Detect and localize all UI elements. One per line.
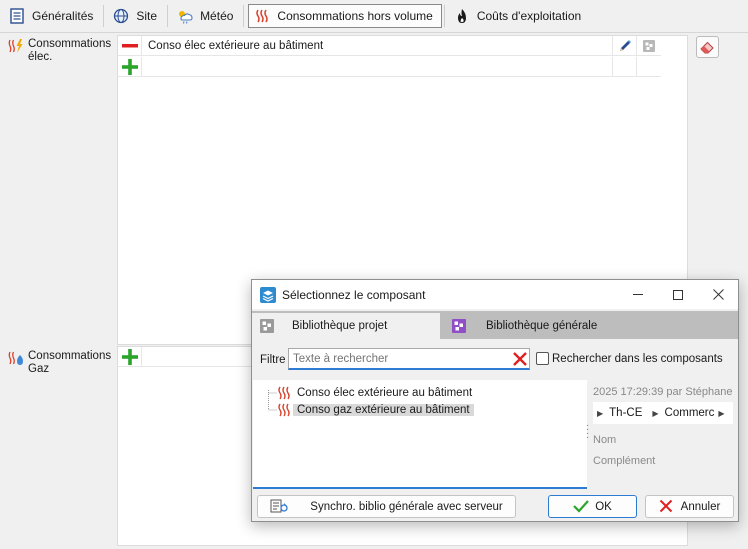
modification-info: 2025 17:29:39 par Stéphane <box>593 386 733 398</box>
section-label-elec: Consommations élec. <box>8 38 112 64</box>
heat-waves-icon <box>253 7 271 25</box>
pencil-icon <box>619 39 631 51</box>
tab-label: Météo <box>200 9 234 23</box>
table-row-new <box>118 56 661 77</box>
checkbox-label: Rechercher dans les composants <box>552 352 723 365</box>
add-row-button[interactable] <box>118 346 142 367</box>
general-library-icon <box>452 319 466 333</box>
module-tabs-toolbar: Généralités Site Météo Consommations hor… <box>0 0 748 33</box>
heat-lightning-icon <box>8 38 24 54</box>
heat-gas-icon <box>8 350 24 366</box>
tab-label: Coûts d'exploitation <box>476 9 582 23</box>
section-label-text: Consommations élec. <box>28 38 112 63</box>
tree-item-label: Conso gaz extérieure au bâtiment <box>293 404 474 416</box>
maximize-button[interactable] <box>658 280 698 309</box>
heat-waves-icon <box>277 403 291 417</box>
tab-couts-exploitation[interactable]: Coûts d'exploitation <box>449 4 589 28</box>
clear-button[interactable] <box>696 36 719 58</box>
close-icon <box>712 289 724 300</box>
section-label-text: Consommations Gaz <box>28 350 112 375</box>
toolbar-separator <box>243 5 245 27</box>
search-in-components-checkbox[interactable] <box>536 352 549 365</box>
tab-generalites[interactable]: Généralités <box>4 4 101 28</box>
library-tabs: Bibliothèque projet Bibliothèque général… <box>252 311 738 339</box>
button-label: Annuler <box>680 500 721 513</box>
globe-icon <box>112 7 130 25</box>
section-label-gaz: Consommations Gaz <box>8 350 112 376</box>
row-name: Conso élec extérieure au bâtiment <box>148 39 324 52</box>
close-button[interactable] <box>698 280 738 309</box>
tree-item-selected[interactable]: Conso gaz extérieure au bâtiment <box>277 402 474 418</box>
dialog-title: Sélectionnez le composant <box>282 287 426 302</box>
tab-label: Généralités <box>32 9 94 23</box>
project-library-icon <box>260 319 274 333</box>
minimize-button[interactable] <box>618 280 658 309</box>
empty-cell <box>612 56 636 77</box>
dialog-title-bar[interactable]: Sélectionnez le composant <box>252 280 738 309</box>
minus-icon <box>121 43 138 47</box>
red-x-icon <box>513 352 527 366</box>
component-tree: Conso élec extérieure au bâtiment Conso … <box>253 380 587 489</box>
plus-icon <box>121 58 138 75</box>
weather-icon <box>176 7 194 25</box>
complement-label: Complément <box>593 455 656 467</box>
clear-filter-button[interactable] <box>512 351 528 367</box>
minimize-icon <box>633 293 643 295</box>
tab-meteo[interactable]: Météo <box>172 4 241 28</box>
document-list-icon <box>8 7 26 25</box>
cancel-button[interactable]: Annuler <box>645 495 734 518</box>
tab-consommations-hors-volume[interactable]: Consommations hors volume <box>248 4 442 28</box>
library-row-button[interactable] <box>636 35 660 56</box>
add-row-button[interactable] <box>118 56 142 77</box>
tab-label: Bibliothèque générale <box>486 320 598 332</box>
tab-label: Site <box>136 9 158 23</box>
button-label: Synchro. biblio générale avec serveur <box>310 500 503 513</box>
sync-library-button[interactable]: Synchro. biblio générale avec serveur <box>257 495 516 518</box>
filter-input[interactable] <box>288 348 530 370</box>
toolbar-separator <box>167 5 169 27</box>
tree-item[interactable]: Conso élec extérieure au bâtiment <box>277 385 472 401</box>
caret-right-icon: ▶ <box>718 408 725 418</box>
panel-splitter[interactable]: · · · · <box>586 421 589 443</box>
ok-button[interactable]: OK <box>548 495 637 518</box>
plus-icon <box>121 348 138 365</box>
maximize-icon <box>673 289 683 300</box>
empty-cell <box>636 56 660 77</box>
eraser-icon <box>700 41 714 53</box>
name-label: Nom <box>593 434 617 446</box>
filter-label: Filtre <box>260 354 286 366</box>
caret-right-icon: ▶ <box>652 408 659 418</box>
select-component-dialog: Sélectionnez le composant Bibliothèque p… <box>251 279 739 522</box>
toolbar-separator <box>443 5 445 27</box>
breadcrumb-item[interactable]: Commerc <box>665 407 715 419</box>
tab-bibliotheque-projet[interactable]: Bibliothèque projet <box>252 313 440 339</box>
sync-list-icon <box>270 499 288 515</box>
tab-label: Bibliothèque projet <box>292 320 388 332</box>
flame-icon <box>453 7 471 25</box>
layers-icon <box>260 286 276 303</box>
toolbar-separator <box>103 5 105 27</box>
breadcrumb-item[interactable]: Th-CE <box>609 407 642 419</box>
caret-right-icon: ▶ <box>597 408 604 418</box>
button-label: OK <box>595 500 612 513</box>
red-x-icon <box>659 499 675 515</box>
edit-row-button[interactable] <box>612 35 636 56</box>
tree-item-label: Conso élec extérieure au bâtiment <box>297 387 473 399</box>
checkmark-icon <box>573 499 590 515</box>
table-row[interactable]: Conso élec extérieure au bâtiment <box>118 35 661 56</box>
tab-bibliotheque-generale[interactable]: Bibliothèque générale <box>444 313 644 339</box>
tab-site[interactable]: Site <box>108 4 165 28</box>
remove-row-button[interactable] <box>118 35 142 56</box>
library-box-icon <box>642 39 655 52</box>
search-in-components-option[interactable]: Rechercher dans les composants <box>536 352 723 365</box>
tab-label: Consommations hors volume <box>277 9 433 23</box>
heat-waves-icon <box>277 386 291 400</box>
breadcrumb: ▶ Th-CE ▶ Commerc ▶ <box>593 402 733 424</box>
